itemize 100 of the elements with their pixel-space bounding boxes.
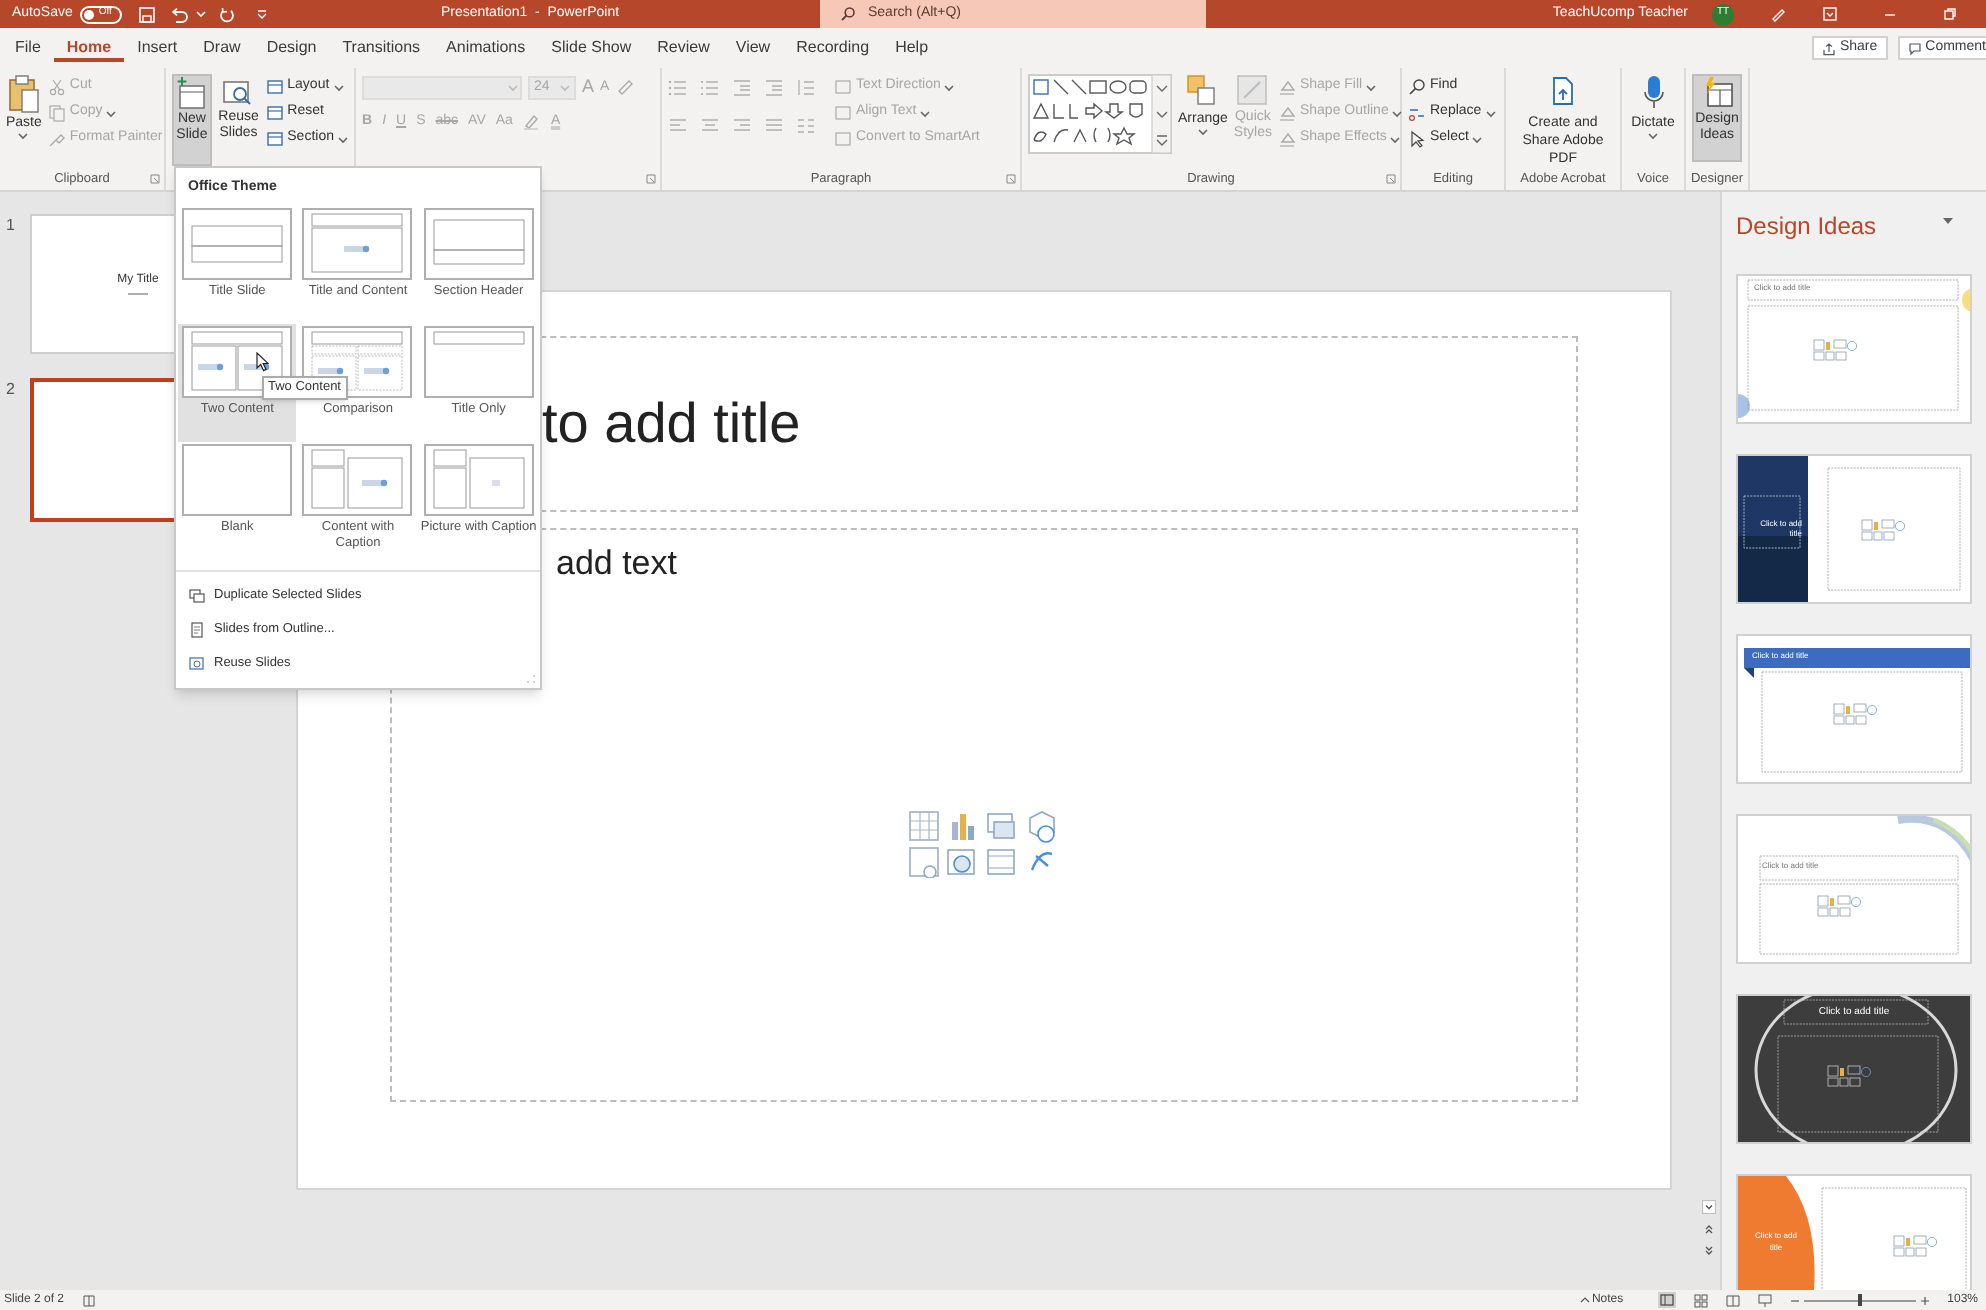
panel-title: Design Ideas <box>1736 210 1877 244</box>
caret-icon <box>106 109 117 117</box>
copy-icon <box>47 104 66 122</box>
zoom-in-icon[interactable] <box>1919 1295 1930 1305</box>
duplicate-slides-icon <box>188 587 206 603</box>
comment-icon <box>1907 41 1922 55</box>
layout-preview-drawing <box>182 444 293 516</box>
dialog-launcher-icon[interactable] <box>1386 174 1396 184</box>
panel-menu-caret-icon[interactable] <box>1942 216 1954 226</box>
ribbon-tab[interactable]: View <box>722 35 784 61</box>
shapes-gallery[interactable] <box>1028 74 1172 154</box>
fill-bucket-icon <box>1277 78 1296 96</box>
clipboard-icon <box>7 74 40 114</box>
ribbon-display-icon[interactable] <box>1822 6 1838 22</box>
ribbon-tab[interactable]: Slide Show <box>538 35 645 61</box>
pen-icon[interactable] <box>1770 6 1786 22</box>
caret-icon <box>1648 132 1658 140</box>
caret-icon <box>18 132 29 140</box>
ribbon-tab[interactable]: Animations <box>433 35 539 61</box>
design-ideas-icon <box>1701 76 1733 112</box>
section-icon <box>265 130 284 148</box>
normal-view-icon[interactable] <box>1657 1292 1676 1308</box>
slide-number: 1 <box>4 214 17 238</box>
restore-icon[interactable] <box>1942 6 1958 22</box>
ribbon-tab[interactable]: Home <box>53 35 125 61</box>
caret-icon <box>196 10 207 18</box>
subtitle-line-icon <box>128 292 148 296</box>
caret-icon <box>1472 135 1483 143</box>
zoom-out-icon[interactable] <box>1789 1295 1800 1305</box>
brush-icon <box>47 130 66 148</box>
dialog-launcher-icon[interactable] <box>1006 174 1016 184</box>
pointer-icon <box>1408 130 1426 148</box>
smartart-icon <box>834 130 852 148</box>
caret-icon <box>944 83 955 91</box>
caret-icon <box>338 135 348 143</box>
columns-icon <box>796 116 816 136</box>
decrease-indent-icon <box>732 78 752 98</box>
clear-formatting-icon <box>615 78 634 97</box>
align-left-icon <box>668 116 688 136</box>
redo-icon[interactable] <box>218 5 237 23</box>
ribbon-tab[interactable]: Recording <box>783 35 883 61</box>
reading-view-icon[interactable] <box>1725 1293 1740 1307</box>
save-icon[interactable] <box>138 5 157 23</box>
numbering-icon <box>700 78 720 98</box>
arrange-icon <box>1186 74 1219 110</box>
pointer-cursor-icon <box>256 352 270 372</box>
caret-icon <box>333 83 344 91</box>
align-text-icon <box>834 104 852 122</box>
microphone-icon <box>1641 74 1665 114</box>
layout-preview-drawing <box>423 444 534 516</box>
previous-slide-icon[interactable] <box>1701 1222 1715 1236</box>
slide-show-icon[interactable] <box>1757 1293 1772 1307</box>
caret-icon <box>1366 83 1377 91</box>
scroll-down-icon[interactable] <box>1701 1200 1715 1214</box>
find-icon <box>1408 78 1426 96</box>
caret-icon <box>560 83 570 92</box>
ribbon-tab[interactable]: Draw <box>190 35 254 61</box>
justify-icon <box>764 116 784 136</box>
ribbon-tab[interactable]: Insert <box>124 35 191 61</box>
zoom-slider[interactable] <box>1803 1294 1916 1306</box>
reuse-slides-icon <box>188 655 206 671</box>
slide-sorter-icon[interactable] <box>1693 1293 1708 1307</box>
align-right-icon <box>732 116 752 136</box>
customize-toolbar-icon[interactable] <box>256 8 269 20</box>
zoom-slider-thumb[interactable] <box>1857 1294 1862 1306</box>
layout-preview-drawing <box>302 444 413 516</box>
ribbon-tab[interactable]: Help <box>882 35 942 61</box>
layout-preview-drawing <box>182 208 293 280</box>
reset-icon <box>265 104 284 122</box>
next-slide-icon[interactable] <box>1701 1244 1715 1258</box>
caret-icon <box>1390 135 1401 143</box>
ribbon-tab[interactable]: File <box>2 35 54 61</box>
new-slide-icon <box>175 76 208 112</box>
caret-icon <box>920 109 931 117</box>
outline-pen-icon <box>1277 104 1296 122</box>
undo-icon[interactable] <box>170 5 189 23</box>
scissors-icon <box>47 78 66 96</box>
caret-icon <box>1197 128 1208 136</box>
bullets-icon <box>668 78 688 98</box>
increase-indent-icon <box>764 78 784 98</box>
align-center-icon <box>700 116 720 136</box>
layout-preview-drawing <box>182 326 293 398</box>
placeholder-text: to add title <box>542 390 801 458</box>
ribbon-tab[interactable]: Transitions <box>329 35 434 61</box>
share-icon <box>1821 41 1836 55</box>
placeholder-text: add text <box>554 542 677 586</box>
search-icon <box>840 6 856 22</box>
layout-preview-drawing <box>423 208 534 280</box>
caret-up-icon <box>1579 1296 1590 1304</box>
dialog-launcher-icon[interactable] <box>150 174 160 184</box>
effects-icon <box>1277 130 1296 148</box>
outline-document-icon <box>188 621 206 637</box>
dialog-launcher-icon[interactable] <box>646 174 656 184</box>
caret-icon <box>1392 109 1403 117</box>
layout-preview-drawing <box>302 208 413 280</box>
highlighter-icon <box>522 112 541 131</box>
ribbon-tab[interactable]: Design <box>253 35 330 61</box>
quick-styles-icon <box>1236 74 1269 110</box>
ribbon-tab[interactable]: Review <box>644 35 723 61</box>
slide-number: 2 <box>4 378 17 402</box>
